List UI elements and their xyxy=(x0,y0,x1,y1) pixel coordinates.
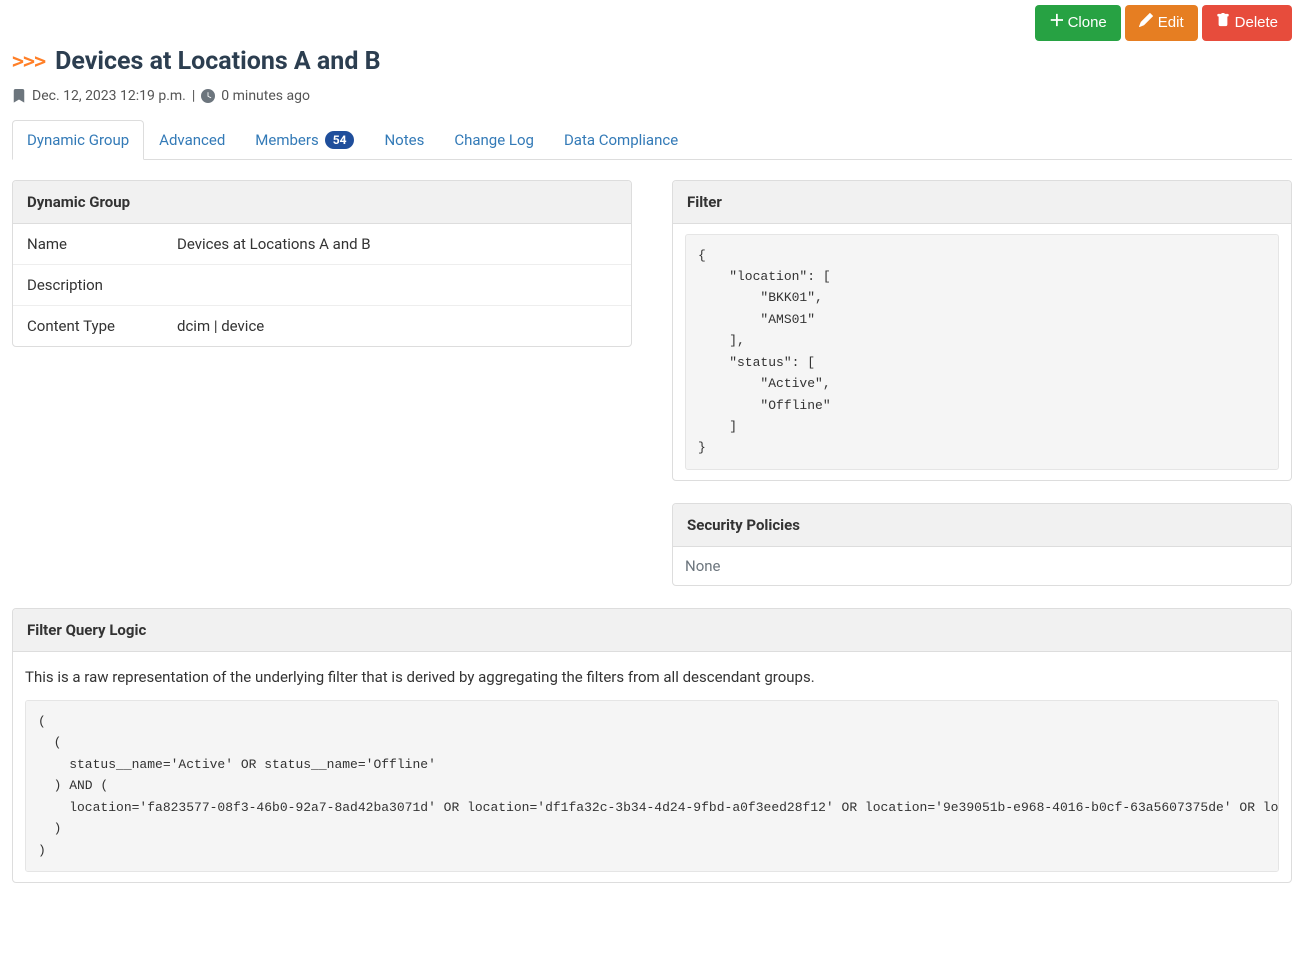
dynamic-group-table: Name Devices at Locations A and B Descri… xyxy=(13,224,631,346)
plus-icon xyxy=(1049,13,1063,33)
field-value xyxy=(163,264,631,305)
field-label: Content Type xyxy=(13,305,163,346)
tab-label: Members xyxy=(255,131,318,149)
edit-button-label: Edit xyxy=(1158,13,1184,33)
tab-data-compliance[interactable]: Data Compliance xyxy=(549,120,693,160)
tabs: Dynamic Group Advanced Members 54 Notes … xyxy=(12,120,1292,160)
security-policies-panel: Security Policies None xyxy=(672,503,1292,586)
field-value: dcim | device xyxy=(163,305,631,346)
filter-query-logic-panel: Filter Query Logic This is a raw represe… xyxy=(12,608,1292,883)
page-header: >>> Devices at Locations A and B xyxy=(12,47,1292,76)
filter-body: { "location": [ "BKK01", "AMS01" ], "sta… xyxy=(673,224,1291,480)
delete-button-label: Delete xyxy=(1235,13,1278,33)
panel-title: Security Policies xyxy=(673,504,1291,547)
tab-change-log[interactable]: Change Log xyxy=(439,120,549,160)
row-content-type: Content Type dcim | device xyxy=(13,305,631,346)
row-description: Description xyxy=(13,264,631,305)
clone-button-label: Clone xyxy=(1068,13,1107,33)
panel-title: Filter xyxy=(673,181,1291,224)
filter-query-code[interactable]: ( ( status__name='Active' OR status__nam… xyxy=(25,700,1279,872)
tab-label: Notes xyxy=(384,131,424,149)
security-policies-value: None xyxy=(685,557,721,575)
meta-separator: | xyxy=(192,88,195,104)
filter-panel: Filter { "location": [ "BKK01", "AMS01" … xyxy=(672,180,1292,481)
clone-button[interactable]: Clone xyxy=(1035,5,1121,41)
filter-query-description: This is a raw representation of the unde… xyxy=(25,668,1279,686)
dynamic-group-panel: Dynamic Group Name Devices at Locations … xyxy=(12,180,632,347)
tab-label: Advanced xyxy=(159,131,225,149)
panel-title: Filter Query Logic xyxy=(13,609,1291,652)
meta-row: Dec. 12, 2023 12:19 p.m. | 0 minutes ago xyxy=(12,88,1292,104)
clock-icon xyxy=(201,89,215,103)
members-count-badge: 54 xyxy=(325,131,355,149)
page-title: Devices at Locations A and B xyxy=(55,47,380,76)
panel-title: Dynamic Group xyxy=(13,181,631,224)
delete-button[interactable]: Delete xyxy=(1202,5,1292,41)
left-column: Dynamic Group Name Devices at Locations … xyxy=(12,180,632,347)
tab-notes[interactable]: Notes xyxy=(369,120,439,160)
created-timestamp: Dec. 12, 2023 12:19 p.m. xyxy=(32,88,186,104)
bookmark-icon xyxy=(12,89,26,103)
content-columns: Dynamic Group Name Devices at Locations … xyxy=(12,180,1292,586)
action-bar: Clone Edit Delete xyxy=(12,5,1292,41)
field-value: Devices at Locations A and B xyxy=(163,224,631,265)
tab-advanced[interactable]: Advanced xyxy=(144,120,240,160)
filter-json-code: { "location": [ "BKK01", "AMS01" ], "sta… xyxy=(685,234,1279,470)
right-column: Filter { "location": [ "BKK01", "AMS01" … xyxy=(672,180,1292,586)
pencil-icon xyxy=(1139,13,1153,33)
field-label: Name xyxy=(13,224,163,265)
tab-label: Data Compliance xyxy=(564,131,678,149)
tab-members[interactable]: Members 54 xyxy=(240,120,369,160)
row-name: Name Devices at Locations A and B xyxy=(13,224,631,265)
tab-label: Change Log xyxy=(454,131,534,149)
relative-time: 0 minutes ago xyxy=(221,88,310,104)
filter-query-body: This is a raw representation of the unde… xyxy=(13,652,1291,882)
trash-icon xyxy=(1216,13,1230,33)
field-label: Description xyxy=(13,264,163,305)
tab-dynamic-group[interactable]: Dynamic Group xyxy=(12,120,144,160)
edit-button[interactable]: Edit xyxy=(1125,5,1198,41)
chevrons-icon: >>> xyxy=(12,49,45,73)
tab-label: Dynamic Group xyxy=(27,131,129,149)
